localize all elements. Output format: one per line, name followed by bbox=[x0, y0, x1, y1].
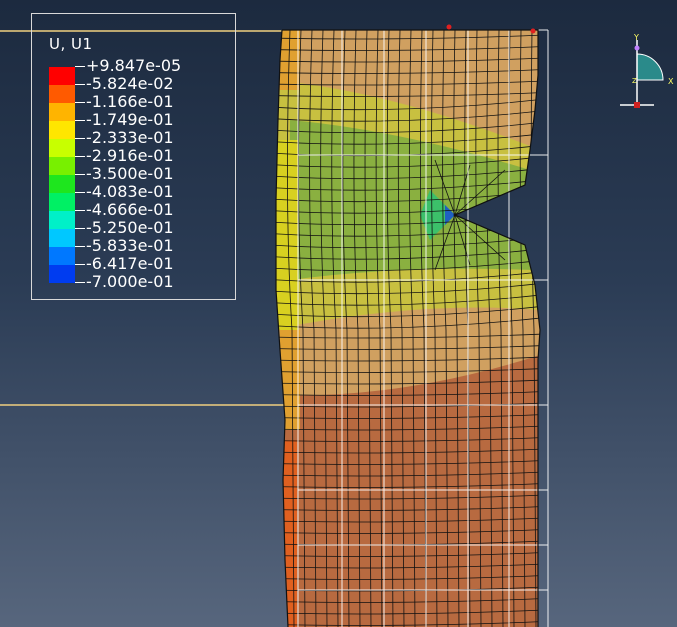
viewport[interactable]: U, U1 +9.847e-05 -5.824e-02 -1.166e-01 -1.7… bbox=[0, 0, 677, 627]
legend-label: -2.916e-01 bbox=[86, 146, 174, 165]
legend-tick bbox=[75, 174, 85, 175]
triad-z-label: Z bbox=[632, 77, 637, 85]
dial-icon bbox=[636, 53, 664, 81]
contour-legend: U, U1 +9.847e-05 -5.824e-02 -1.166e-01 -1.7… bbox=[31, 13, 236, 300]
legend-label: -6.417e-01 bbox=[86, 254, 174, 273]
triad-y-label: Y bbox=[633, 33, 639, 42]
legend-swatch bbox=[49, 67, 75, 85]
legend-tick bbox=[75, 228, 85, 229]
legend-label: +9.847e-05 bbox=[86, 56, 182, 75]
legend-tick bbox=[75, 282, 85, 283]
legend-tick bbox=[75, 210, 85, 211]
legend-tick bbox=[75, 246, 85, 247]
legend-swatch bbox=[49, 211, 75, 229]
legend-tick bbox=[75, 156, 85, 157]
legend-tick bbox=[75, 192, 85, 193]
legend-swatch bbox=[49, 157, 75, 175]
legend-label: -5.250e-01 bbox=[86, 218, 174, 237]
legend-swatch bbox=[49, 175, 75, 193]
legend-label: -7.000e-01 bbox=[86, 272, 174, 291]
legend-swatch bbox=[49, 121, 75, 139]
legend-tick bbox=[75, 138, 85, 139]
legend-swatch bbox=[49, 247, 75, 265]
legend-label: -5.824e-02 bbox=[86, 74, 174, 93]
legend-label: -4.083e-01 bbox=[86, 182, 174, 201]
legend-label: -1.166e-01 bbox=[86, 92, 174, 111]
legend-label: -3.500e-01 bbox=[86, 164, 174, 183]
legend-swatch bbox=[49, 193, 75, 211]
legend-label: -2.333e-01 bbox=[86, 128, 174, 147]
legend-tick bbox=[75, 120, 85, 121]
node-marker bbox=[446, 24, 452, 30]
legend-label: -1.749e-01 bbox=[86, 110, 174, 129]
legend-label: -4.666e-01 bbox=[86, 200, 174, 219]
legend-swatch bbox=[49, 229, 75, 247]
legend-title: U, U1 bbox=[49, 35, 93, 53]
legend-label: -5.833e-01 bbox=[86, 236, 174, 255]
legend-tick bbox=[75, 102, 85, 103]
deformed-part bbox=[276, 30, 540, 627]
legend-entry: -7.000e-01 bbox=[49, 273, 229, 301]
triad-x-label: X bbox=[668, 77, 674, 86]
view-triad[interactable]: Y X Z bbox=[618, 32, 674, 112]
legend-swatch bbox=[49, 103, 75, 121]
legend-tick bbox=[75, 66, 85, 67]
legend-tick bbox=[75, 264, 85, 265]
legend-swatch bbox=[49, 265, 75, 283]
node-marker bbox=[530, 28, 536, 34]
legend-swatch bbox=[49, 85, 75, 103]
legend-tick bbox=[75, 84, 85, 85]
legend-swatch bbox=[49, 139, 75, 157]
